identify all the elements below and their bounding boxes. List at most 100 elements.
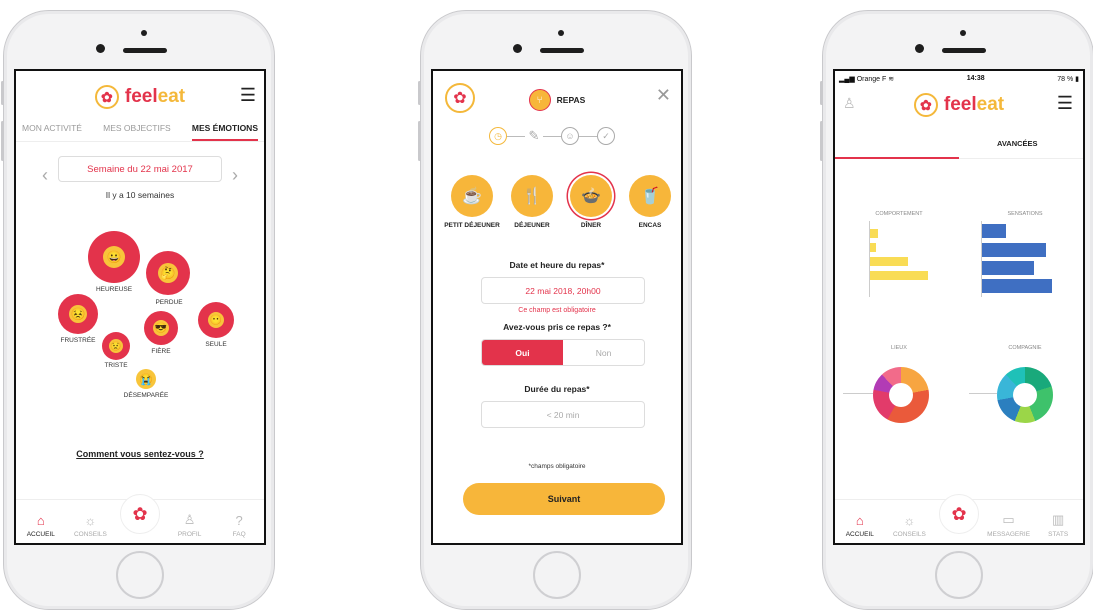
brand-text-feel: feel [124, 86, 158, 107]
app-header: ✿ feeleat ☰ [16, 85, 264, 109]
nav-home[interactable]: ⌂ ACCUEIL [840, 513, 880, 538]
tab-activity[interactable]: MON ACTIVITÉ [22, 123, 82, 141]
phone-frame-1: ✿ feeleat ☰ MON ACTIVITÉ MES OBJECTIFS M… [1, 10, 275, 610]
nav-tips[interactable]: ☼ CONSEILS [889, 513, 929, 538]
date-label: Date et heure du repas* [509, 260, 605, 270]
meal-label: ENCAS [638, 222, 662, 229]
clock-text: 14:38 [966, 75, 985, 82]
nav-messages[interactable]: ▭ MESSAGERIE [987, 512, 1030, 538]
meal-dinner-button[interactable]: 🍲 [570, 175, 612, 217]
meal-snack-button[interactable]: 🥤 [629, 175, 671, 217]
bottom-nav: ⌂ ACCUEIL ☼ CONSEILS ✿ ♙ PROFIL ? FAQ [16, 494, 264, 543]
brand-logo: ✿ feeleat [16, 85, 264, 109]
flower-logo-icon: ✿ [132, 503, 148, 524]
tab-bar: MON ACTIVITÉ MES OBJECTIFS MES ÉMOTIONS [16, 123, 264, 141]
tab-indicator [835, 157, 959, 159]
chevron-right-icon[interactable]: › [232, 165, 238, 186]
emotion-label: TRISTE [104, 362, 128, 369]
emotion-bubble-heureuse[interactable]: 😀 [88, 231, 140, 283]
user-icon[interactable]: ♙ [843, 95, 856, 112]
tab-advanced[interactable]: AVANCÉES [997, 139, 1038, 148]
clock-icon[interactable]: ◷ [489, 127, 507, 145]
emotions-screen: ✿ feeleat ☰ MON ACTIVITÉ MES OBJECTIFS M… [14, 69, 266, 545]
duration-field[interactable]: < 20 min [481, 401, 645, 428]
emotion-bubble-desemparee[interactable]: 😭 [136, 369, 156, 389]
brand-text-feel: feel [943, 94, 977, 115]
home-button [533, 551, 581, 599]
feeling-question-link[interactable]: Comment vous sentez-vous ? [16, 449, 264, 459]
close-icon[interactable]: ✕ [656, 85, 671, 106]
cutlery-icon: ⑂ [528, 89, 551, 111]
hamburger-icon[interactable]: ☰ [1057, 93, 1073, 114]
emotion-bubble-perdue[interactable]: 🤔 [146, 251, 190, 295]
carrier-text: Orange F [856, 76, 887, 83]
smiley-icon[interactable]: ☺ [561, 127, 579, 145]
week-selector[interactable]: Semaine du 22 mai 2017 [58, 156, 222, 182]
brand-logo: ✿ feeleat [835, 93, 1083, 117]
emotion-label: PERDUE [155, 299, 183, 306]
tab-goals[interactable]: MES OBJECTIFS [103, 123, 171, 141]
bottom-nav: ⌂ ACCUEIL ☼ CONSEILS ✿ ▭ MESSAGERIE ▥ STATS [835, 494, 1083, 543]
nav-profile[interactable]: ♙ PROFIL [170, 512, 210, 538]
bar-chart-icon: ▥ [1052, 512, 1065, 527]
user-icon: ♙ [183, 512, 196, 527]
nav-stats[interactable]: ▥ STATS [1038, 512, 1078, 538]
next-button[interactable]: Suivant [463, 483, 665, 515]
stepper: ◷ ✎ ☺ ✓ [489, 127, 615, 145]
chart-title-lieux: LIEUX [891, 345, 907, 351]
nav-center-logo[interactable]: ✿ [938, 494, 979, 534]
signal-icon: ▂▄▆ [839, 76, 855, 83]
bar-sensations-3 [982, 261, 1034, 275]
bar-comportement-4 [870, 271, 928, 280]
modal-header: ⑂ REPAS [433, 89, 681, 111]
emotion-label: HEUREUSE [95, 286, 133, 293]
taken-toggle: Oui Non [481, 339, 645, 366]
taken-label: Avez-vous pris ce repas ?* [503, 322, 611, 332]
crying-face-icon: 😭 [136, 369, 156, 389]
bar-sensations-4 [982, 279, 1052, 293]
app-header: ♙ ✿ feeleat ☰ [835, 93, 1083, 119]
flower-logo-icon: ✿ [951, 503, 967, 524]
bar-comportement-1 [870, 229, 878, 238]
message-icon: ▭ [1002, 512, 1015, 527]
battery-icon: ▮ [1075, 76, 1079, 83]
meal-breakfast-button[interactable]: ☕ [451, 175, 493, 217]
emotion-bubble-seule[interactable]: 😶 [198, 302, 234, 338]
hamburger-icon[interactable]: ☰ [240, 85, 256, 106]
date-field[interactable]: 22 mai 2018, 20h00 [481, 277, 645, 304]
tab-emotions[interactable]: MES ÉMOTIONS [191, 123, 258, 141]
no-option[interactable]: Non [563, 340, 644, 365]
lunch-icon: 🍴 [522, 188, 542, 205]
chart-title-compagnie: COMPAGNIE [1008, 345, 1042, 351]
nav-center-logo[interactable]: ✿ [119, 494, 160, 534]
pencil-icon[interactable]: ✎ [525, 127, 543, 145]
phone-frame-2: ✿ ⑂ REPAS ✕ ◷ ✎ ☺ ✓ ☕ PETIT DÉJEUNER 🍴 D… [418, 10, 692, 610]
emotion-label: SEULE [205, 341, 227, 348]
donut-chart-compagnie [997, 367, 1053, 423]
chart-title-sensations: SENSATIONS [1007, 211, 1043, 217]
battery-text: 78 % [1057, 76, 1074, 83]
stats-screen: ▂▄▆ Orange F ≋ 14:38 78 % ▮ ♙ ✿ feeleat … [833, 69, 1085, 545]
snack-icon: 🥤 [640, 188, 660, 205]
nav-faq[interactable]: ? FAQ [219, 513, 259, 538]
meal-lunch-button[interactable]: 🍴 [511, 175, 553, 217]
brand-text-eat: eat [157, 86, 186, 107]
chevron-left-icon[interactable]: ‹ [42, 165, 48, 186]
modal-title: REPAS [556, 95, 586, 105]
check-icon[interactable]: ✓ [597, 127, 615, 145]
flower-logo-icon: ✿ [913, 93, 938, 117]
nav-home[interactable]: ⌂ ACCUEIL [21, 513, 61, 538]
emotion-bubble-frustree[interactable]: 😣 [58, 294, 98, 334]
yes-option[interactable]: Oui [482, 340, 563, 365]
persevering-face-icon: 😣 [69, 305, 87, 323]
bar-comportement-3 [870, 257, 908, 266]
meal-screen: ✿ ⑂ REPAS ✕ ◷ ✎ ☺ ✓ ☕ PETIT DÉJEUNER 🍴 D… [431, 69, 683, 545]
emotion-bubble-fiere[interactable]: 😎 [144, 311, 178, 345]
status-bar: ▂▄▆ Orange F ≋ 14:38 78 % ▮ [835, 71, 1083, 83]
emotion-bubble-triste[interactable]: 😟 [102, 332, 130, 360]
happy-face-icon: 😀 [103, 246, 125, 268]
help-icon: ? [235, 513, 243, 528]
thinking-face-icon: 🤔 [158, 263, 178, 283]
nav-tips[interactable]: ☼ CONSEILS [70, 513, 110, 538]
bar-comportement-2 [870, 243, 876, 252]
